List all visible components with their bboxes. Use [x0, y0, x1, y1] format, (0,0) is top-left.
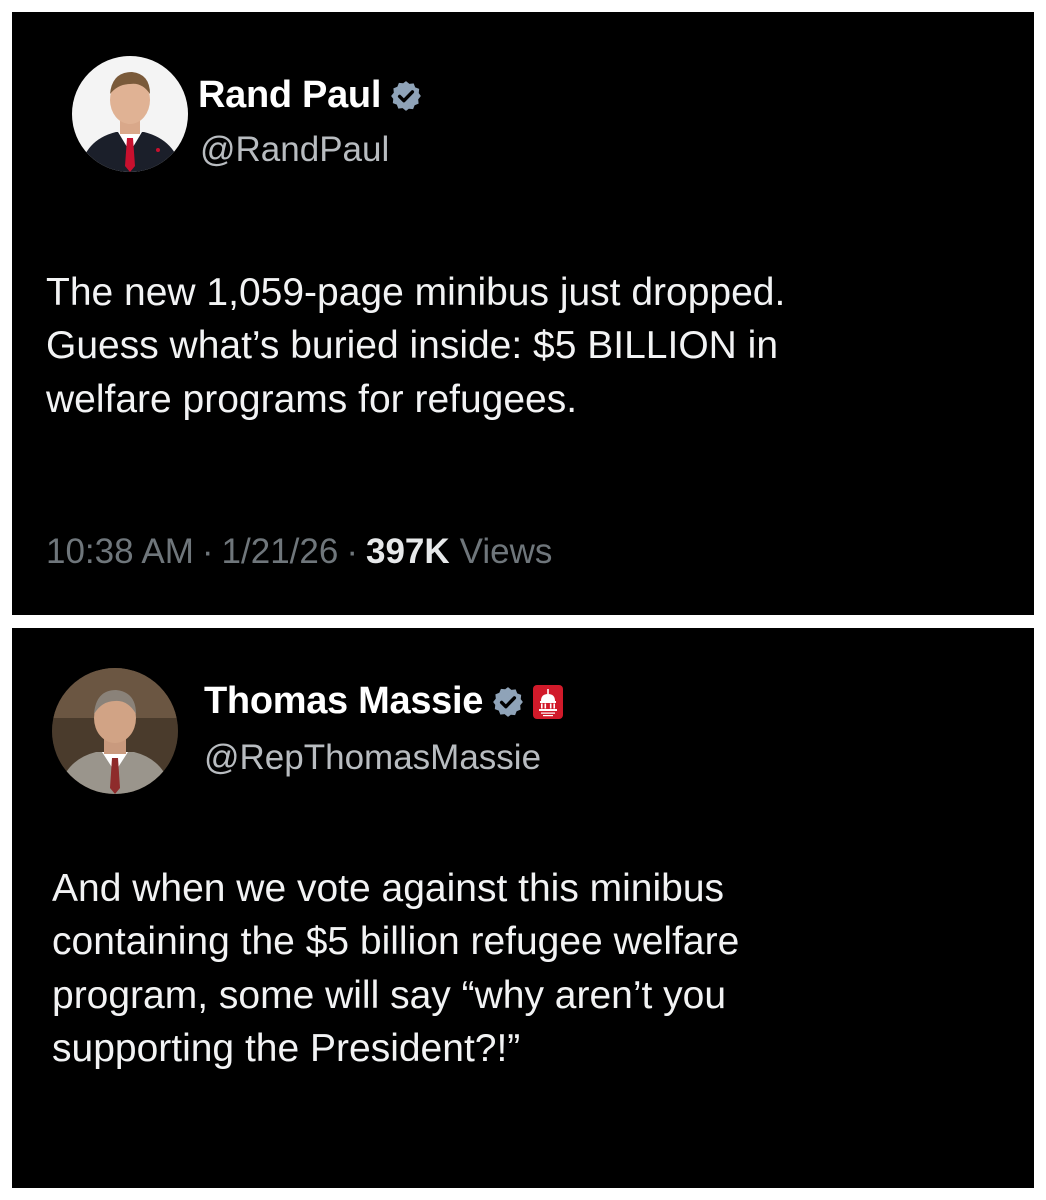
tweet-text: And when we vote against this minibus co… [52, 867, 740, 1071]
meta-separator: · [346, 532, 358, 571]
author-display-name[interactable]: Rand Paul [198, 74, 381, 117]
tweet-time[interactable]: 10:38 AM [46, 532, 194, 572]
author-name-row: Rand Paul [198, 74, 423, 117]
tweet-card-thomas-massie: Thomas Massie @RepThomasMassie And when … [12, 628, 1034, 1188]
avatar[interactable] [52, 668, 178, 794]
tweet-card-rand-paul: Rand Paul @RandPaul The new 1,059-page m… [12, 12, 1034, 615]
verified-badge-icon[interactable] [491, 685, 525, 719]
verified-badge-icon[interactable] [389, 79, 423, 113]
tweet-metadata: 10:38 AM · 1/21/26 · 397K Views [46, 532, 552, 572]
avatar[interactable] [72, 56, 188, 172]
house-gop-capitol-icon[interactable] [533, 684, 564, 719]
author-handle[interactable]: @RepThomasMassie [204, 738, 541, 778]
views-label: Views [459, 532, 553, 571]
rand-paul-avatar-image [72, 56, 188, 172]
author-display-name[interactable]: Thomas Massie [204, 680, 483, 723]
author-handle[interactable]: @RandPaul [200, 130, 389, 170]
views-count[interactable]: 397K [366, 532, 450, 572]
meta-separator: · [201, 532, 214, 571]
tweet-date[interactable]: 1/21/26 [222, 532, 339, 572]
thomas-massie-avatar-image [52, 668, 178, 794]
author-name-row: Thomas Massie [204, 680, 564, 723]
tweet-text: The new 1,059-page minibus just dropped.… [46, 271, 786, 421]
